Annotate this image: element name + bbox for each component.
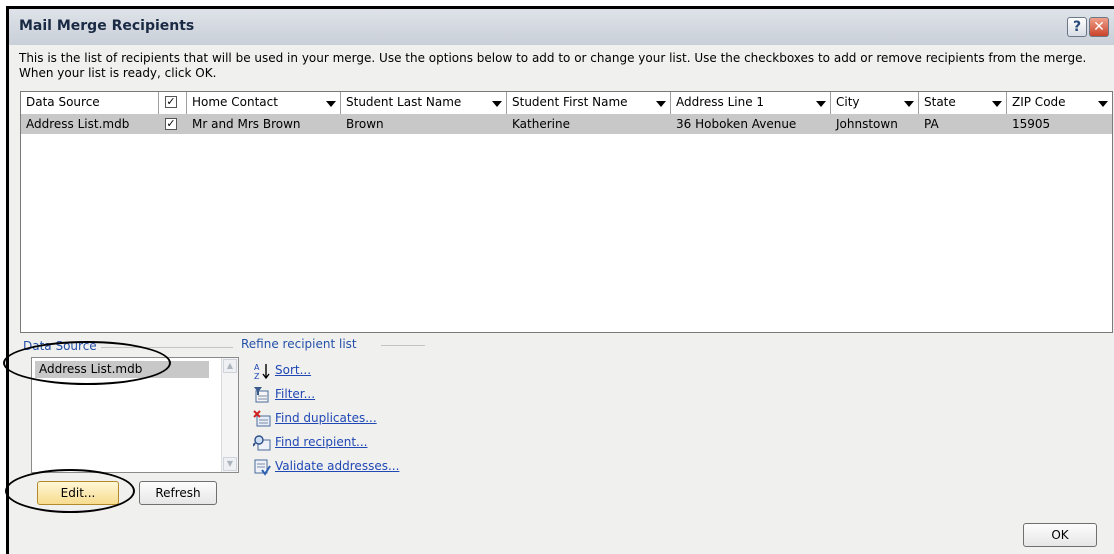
column-label: Address Line 1: [676, 95, 765, 109]
cell-data-source: Address List.mdb: [26, 117, 130, 131]
refine-group-label: Refine recipient list: [241, 337, 357, 351]
scroll-down-icon[interactable]: ▼: [223, 457, 237, 471]
column-header-data-source[interactable]: Data Source: [21, 92, 159, 114]
group-divider: [381, 345, 425, 346]
column-label: Student Last Name: [346, 95, 462, 109]
row-include-checkbox[interactable]: ✓: [165, 118, 177, 130]
vertical-scrollbar[interactable]: ▲ ▼: [221, 358, 238, 472]
refresh-button[interactable]: Refresh: [139, 481, 217, 505]
sort-label[interactable]: Sort...: [275, 363, 311, 377]
mail-merge-recipients-dialog: Mail Merge Recipients ? ✕ This is the li…: [3, 6, 1114, 554]
find-recipient-icon: [253, 435, 271, 451]
column-label: Student First Name: [512, 95, 628, 109]
help-button[interactable]: ?: [1067, 17, 1087, 37]
column-header-city[interactable]: City: [831, 92, 919, 114]
dialog-title: Mail Merge Recipients: [19, 18, 195, 34]
title-bar: Mail Merge Recipients ? ✕: [9, 9, 1114, 45]
filter-icon: [254, 387, 269, 403]
column-header-home-contact[interactable]: Home Contact: [187, 92, 341, 114]
dropdown-arrow-icon[interactable]: [816, 101, 826, 107]
column-label: Home Contact: [192, 95, 278, 109]
cell-address-line-1: 36 Hoboken Avenue: [676, 117, 797, 131]
annotation-circle: [5, 469, 135, 513]
dropdown-arrow-icon[interactable]: [656, 101, 666, 107]
svg-text:Z: Z: [254, 372, 260, 380]
scroll-up-icon[interactable]: ▲: [223, 359, 237, 373]
column-header-student-last-name[interactable]: Student Last Name: [341, 92, 507, 114]
column-header-state[interactable]: State: [919, 92, 1007, 114]
dropdown-arrow-icon[interactable]: [326, 101, 336, 107]
column-label: ZIP Code: [1012, 95, 1066, 109]
annotation-circle: [3, 341, 171, 385]
recipients-grid: Data Source ✓ Home Contact Student Last …: [20, 91, 1113, 333]
grid-header: Data Source ✓ Home Contact Student Last …: [21, 92, 1112, 115]
cell-city: Johnstown: [836, 117, 898, 131]
column-header-student-first-name[interactable]: Student First Name: [507, 92, 671, 114]
ok-button[interactable]: OK: [1023, 523, 1097, 547]
cell-home-contact: Mr and Mrs Brown: [192, 117, 301, 131]
select-all-checkbox[interactable]: ✓: [165, 96, 177, 108]
cell-zip: 15905: [1012, 117, 1051, 131]
column-header-zip-code[interactable]: ZIP Code: [1007, 92, 1112, 114]
validate-addresses-label[interactable]: Validate addresses...: [275, 459, 399, 473]
cell-state: PA: [924, 117, 939, 131]
close-button[interactable]: ✕: [1089, 17, 1109, 37]
filter-label[interactable]: Filter...: [275, 387, 315, 401]
column-label: City: [836, 95, 860, 109]
find-duplicates-label[interactable]: Find duplicates...: [275, 411, 377, 425]
cell-student-last-name: Brown: [346, 117, 384, 131]
table-row[interactable]: Address List.mdb ✓ Mr and Mrs Brown Brow…: [21, 114, 1112, 134]
find-recipient-label[interactable]: Find recipient...: [275, 435, 367, 449]
dropdown-arrow-icon[interactable]: [492, 101, 502, 107]
column-label: Data Source: [26, 95, 100, 109]
instructions-text: This is the list of recipients that will…: [19, 51, 1087, 80]
sort-az-icon: A Z: [254, 363, 270, 380]
column-label: State: [924, 95, 956, 109]
cell-student-first-name: Katherine: [512, 117, 570, 131]
column-header-address-line-1[interactable]: Address Line 1: [671, 92, 831, 114]
column-header-select-all[interactable]: ✓: [159, 92, 187, 114]
dropdown-arrow-icon[interactable]: [1098, 101, 1108, 107]
dropdown-arrow-icon[interactable]: [992, 101, 1002, 107]
find-duplicates-icon: [253, 410, 271, 427]
dropdown-arrow-icon[interactable]: [904, 101, 914, 107]
svg-text:A: A: [254, 363, 260, 372]
validate-addresses-icon: [254, 459, 271, 476]
